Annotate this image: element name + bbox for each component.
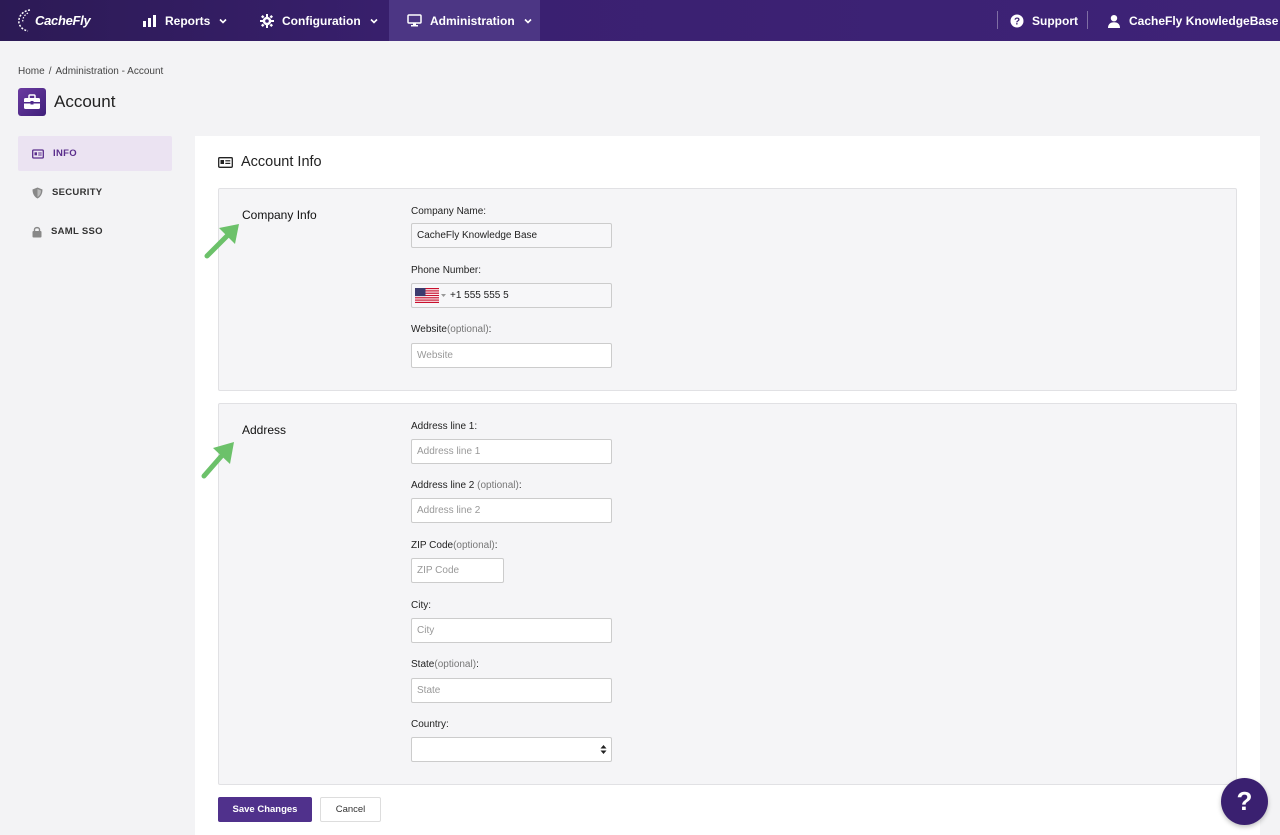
sidebar-item-label: SAML SSO <box>51 226 103 237</box>
shield-icon <box>32 187 43 198</box>
address-line1-input[interactable] <box>411 439 612 464</box>
us-flag-icon <box>415 288 439 303</box>
section-label-address: Address <box>242 423 287 437</box>
nav-configuration[interactable]: Configuration <box>260 0 379 41</box>
account-info-card: Account Info Company Info Company Name: … <box>195 136 1260 835</box>
company-name-label: Company Name: <box>411 206 487 217</box>
chart-icon <box>143 15 156 27</box>
svg-text:?: ? <box>1014 16 1020 27</box>
lock-icon <box>32 226 42 237</box>
breadcrumb-current: Administration - Account <box>55 66 164 77</box>
website-input[interactable] <box>411 343 612 368</box>
sidebar-item-security[interactable]: SECURITY <box>18 175 172 210</box>
gear-icon <box>260 13 274 28</box>
country-label: Country: <box>411 719 449 730</box>
user-icon <box>1108 14 1120 28</box>
sidebar: INFO SECURITY SAML SSO <box>18 136 172 253</box>
nav-support-label: Support <box>1032 13 1078 28</box>
website-label: Website(optional): <box>411 324 491 335</box>
page-header: Account <box>18 88 115 116</box>
help-icon: ? <box>1236 786 1253 816</box>
breadcrumb-home[interactable]: Home <box>18 66 45 77</box>
chevron-down-icon <box>524 18 532 24</box>
address-line2-label: Address line 2 (optional): <box>411 480 522 491</box>
help-button[interactable]: ? <box>1221 778 1268 825</box>
optional-tag: (optional) <box>434 659 477 670</box>
label-colon: : <box>494 540 498 551</box>
cachefly-logo[interactable]: CacheFly <box>16 5 91 35</box>
id-card-icon <box>218 156 233 168</box>
zip-code-input[interactable] <box>411 558 504 583</box>
nav-divider <box>997 11 998 29</box>
caret-down-icon <box>441 293 446 297</box>
nav-user-label: CacheFly KnowledgeBase <box>1129 13 1279 28</box>
nav-administration-label: Administration <box>430 13 515 28</box>
address-section: Address Address line 1: Address line 2 (… <box>201 403 1237 785</box>
city-input[interactable] <box>411 618 612 643</box>
company-name-input[interactable] <box>411 223 612 248</box>
monitor-icon <box>407 14 422 27</box>
annotation-arrow-icon <box>201 442 234 479</box>
chevron-down-icon <box>219 18 227 24</box>
annotation-arrow-icon <box>204 224 239 259</box>
phone-number-label: Phone Number: <box>411 265 482 276</box>
city-label: City: <box>411 600 431 611</box>
country-code-selector[interactable] <box>412 284 448 307</box>
id-card-icon <box>32 148 44 159</box>
cachefly-logo-icon <box>18 9 31 32</box>
nav-configuration-label: Configuration <box>282 13 361 28</box>
nav-divider <box>1087 11 1088 29</box>
state-label-text: State <box>411 659 435 670</box>
page-title: Account <box>54 92 116 111</box>
nav-reports[interactable]: Reports <box>142 0 228 41</box>
phone-number-input[interactable] <box>448 284 611 307</box>
card-title: Account Info <box>241 154 322 170</box>
optional-tag: (optional) <box>453 540 495 551</box>
label-colon: : <box>518 480 522 491</box>
section-label-company: Company Info <box>242 208 317 222</box>
sidebar-item-saml-sso[interactable]: SAML SSO <box>18 214 172 249</box>
address-line2-input[interactable] <box>411 498 612 523</box>
breadcrumb: Home / Administration - Account <box>18 66 163 77</box>
card-header: Account Info <box>218 154 322 170</box>
chevron-down-icon <box>370 18 378 24</box>
state-label: State(optional): <box>411 659 479 670</box>
sidebar-item-info[interactable]: INFO <box>18 136 172 171</box>
nav-user-account[interactable]: CacheFly KnowledgeBase <box>1107 0 1278 41</box>
cancel-button[interactable]: Cancel <box>320 797 381 822</box>
sidebar-item-label: SECURITY <box>52 187 103 198</box>
nav-administration[interactable]: Administration <box>389 0 540 41</box>
zip-code-label-text: ZIP Code <box>411 540 454 551</box>
breadcrumb-separator: / <box>48 66 52 77</box>
optional-tag: (optional) <box>446 324 489 335</box>
label-colon: : <box>488 324 492 335</box>
address-line2-label-text: Address line 2 <box>411 480 478 491</box>
brand-name: CacheFly <box>35 12 91 28</box>
sidebar-item-label: INFO <box>53 148 77 159</box>
nav-reports-label: Reports <box>165 13 211 28</box>
save-changes-button[interactable]: Save Changes <box>218 797 312 822</box>
website-label-text: Website <box>411 324 447 335</box>
state-input[interactable] <box>411 678 612 703</box>
top-nav: CacheFly Reports Configuration Administr… <box>0 0 1280 41</box>
label-colon: : <box>476 659 479 670</box>
optional-tag: (optional) <box>477 480 519 491</box>
company-info-section: Company Info Company Name: Phone Number:… <box>204 188 1237 391</box>
country-select[interactable] <box>411 737 612 762</box>
help-circle-icon: ? <box>1010 14 1024 27</box>
nav-support[interactable]: ? Support <box>1010 0 1078 41</box>
briefcase-icon <box>18 88 46 116</box>
select-arrows-icon <box>600 745 607 754</box>
zip-code-label: ZIP Code(optional): <box>411 540 498 551</box>
phone-number-field <box>411 283 612 308</box>
address-line1-label: Address line 1: <box>411 421 478 432</box>
